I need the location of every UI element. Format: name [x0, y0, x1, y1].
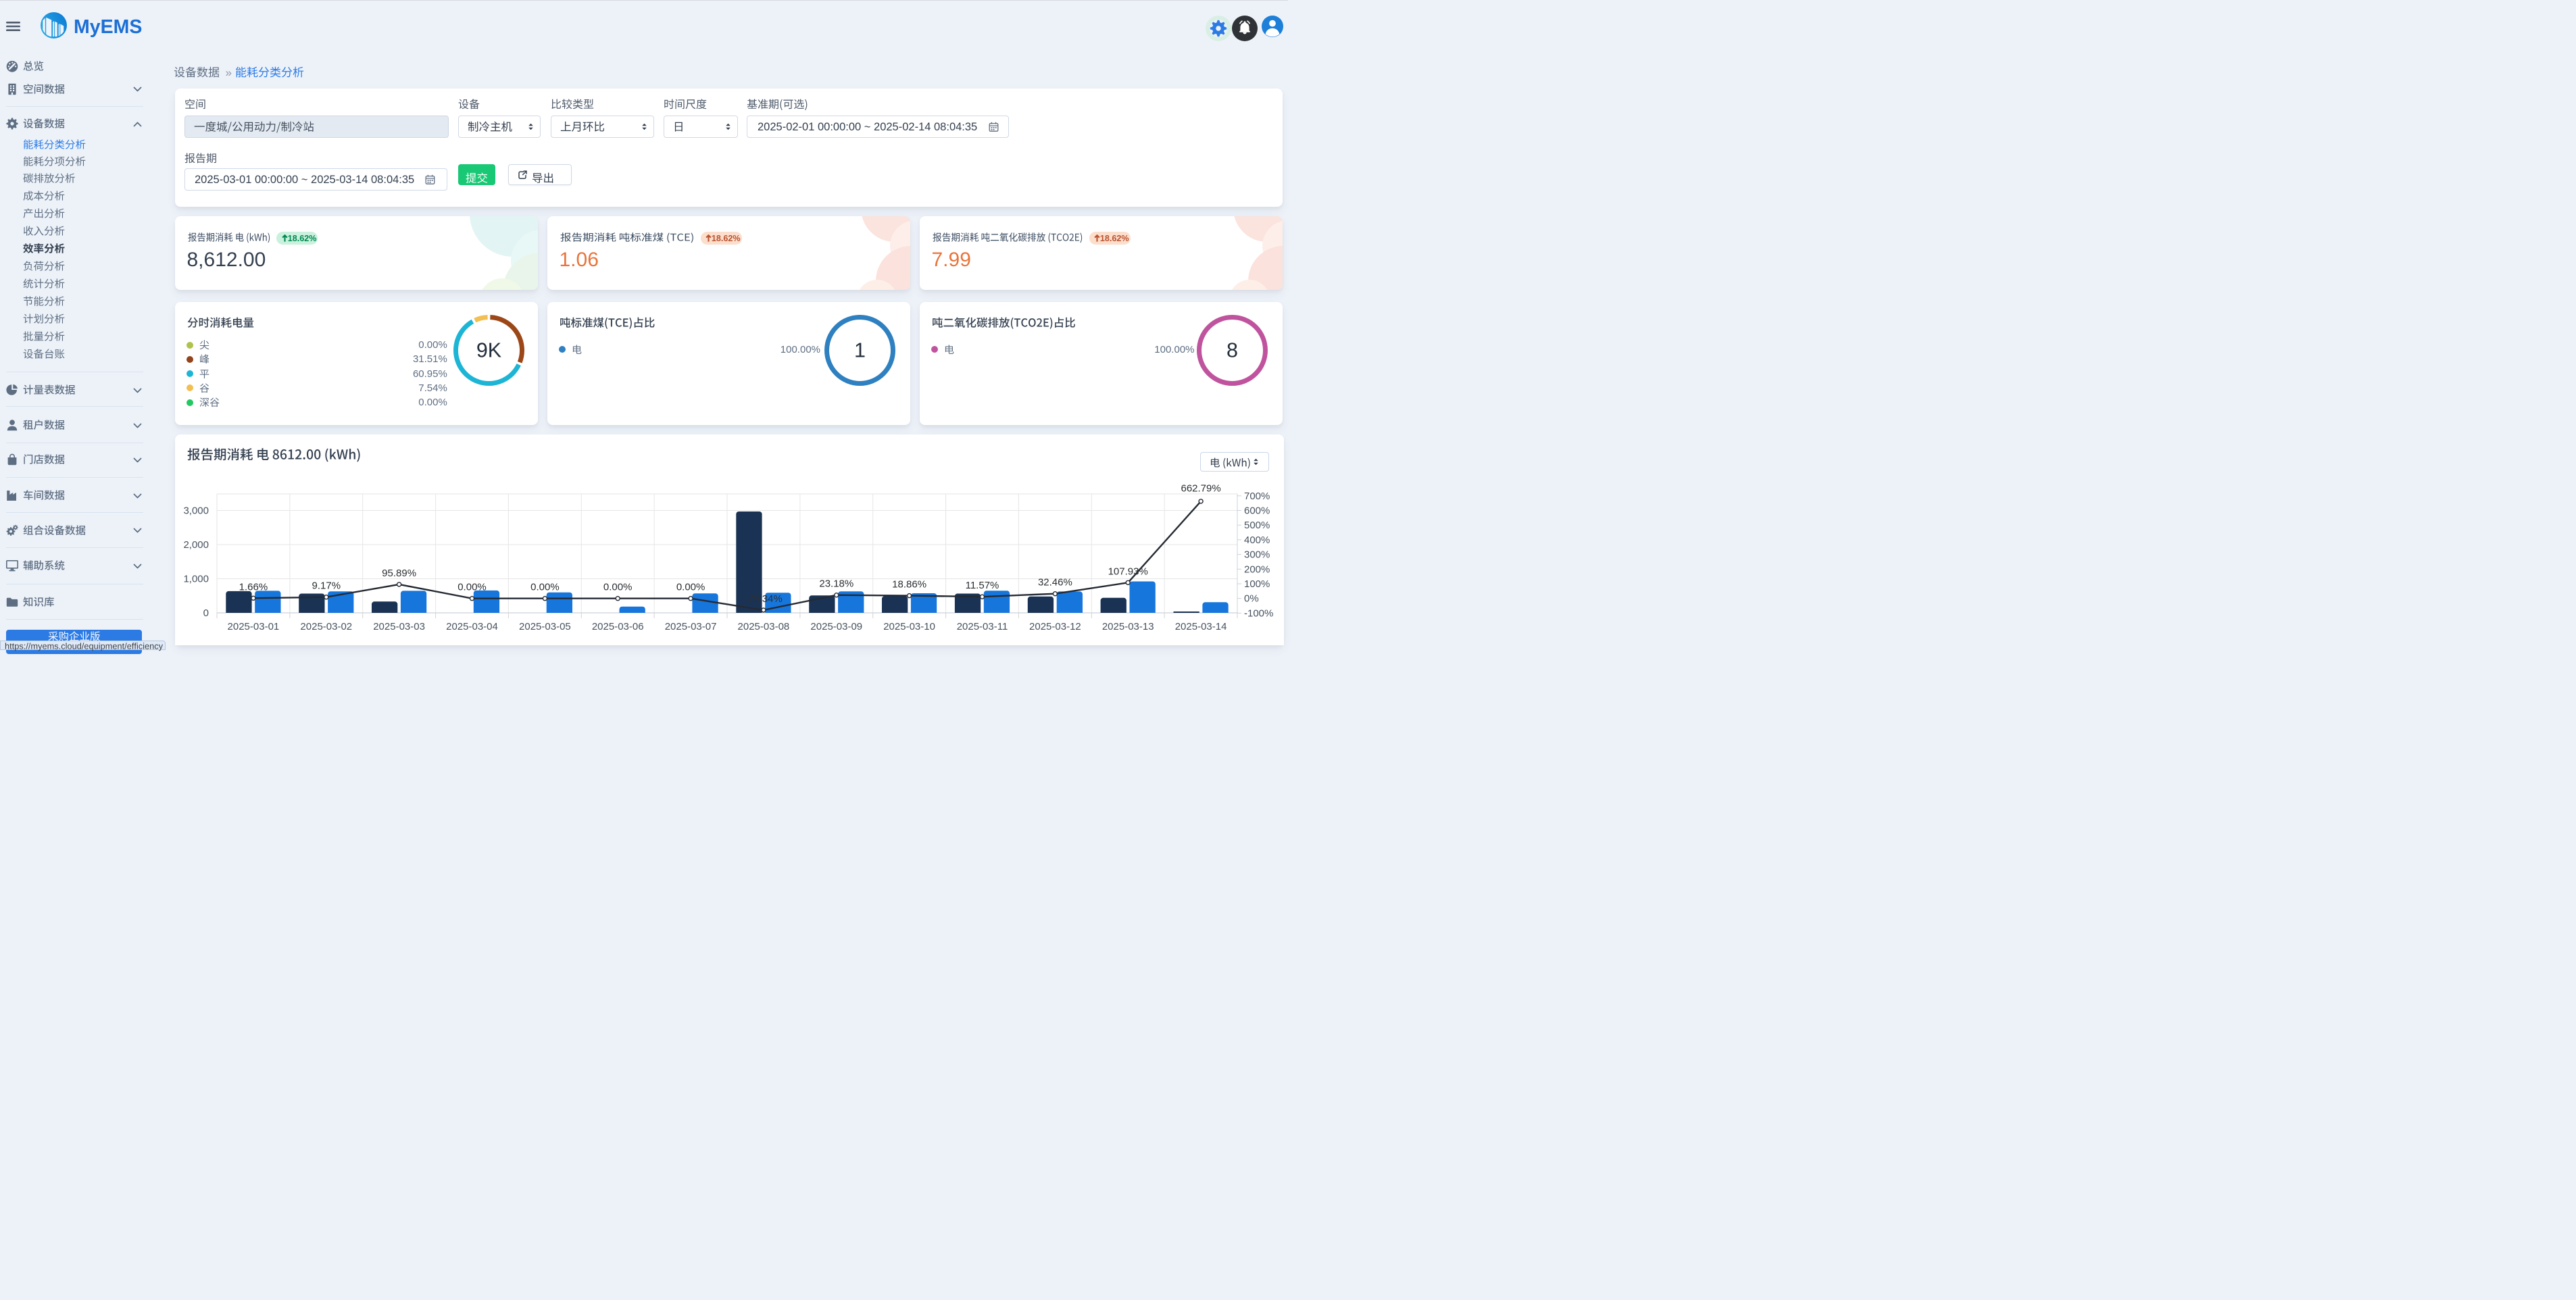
- svg-text:2025-03-02: 2025-03-02: [300, 621, 352, 632]
- svg-text:3,000: 3,000: [183, 505, 209, 517]
- svg-text:23.18%: 23.18%: [819, 578, 853, 590]
- svg-text:18.86%: 18.86%: [892, 579, 926, 591]
- svg-text:95.89%: 95.89%: [382, 568, 416, 579]
- svg-text:0%: 0%: [1244, 593, 1259, 605]
- svg-text:9.17%: 9.17%: [312, 580, 341, 592]
- svg-text:0.00%: 0.00%: [530, 582, 560, 593]
- svg-text:2025-03-14: 2025-03-14: [1174, 621, 1227, 632]
- svg-text:2025-03-07: 2025-03-07: [664, 621, 716, 632]
- svg-text:500%: 500%: [1244, 520, 1270, 531]
- svg-text:2025-03-08: 2025-03-08: [737, 621, 789, 632]
- svg-text:200%: 200%: [1244, 564, 1270, 575]
- svg-text:11.57%: 11.57%: [965, 580, 999, 591]
- svg-text:0.00%: 0.00%: [457, 582, 487, 593]
- svg-text:0.00%: 0.00%: [603, 582, 632, 593]
- svg-text:100%: 100%: [1244, 578, 1270, 590]
- svg-text:0.00%: 0.00%: [676, 582, 705, 593]
- svg-text:300%: 300%: [1244, 549, 1270, 561]
- svg-text:662.79%: 662.79%: [1181, 484, 1220, 495]
- svg-text:2025-03-13: 2025-03-13: [1101, 621, 1154, 632]
- svg-text:32.46%: 32.46%: [1037, 577, 1072, 589]
- svg-text:0: 0: [203, 607, 208, 619]
- svg-text:2025-03-05: 2025-03-05: [519, 621, 571, 632]
- svg-text:2025-03-11: 2025-03-11: [956, 621, 1008, 632]
- svg-text:2025-03-03: 2025-03-03: [373, 621, 425, 632]
- svg-text:2025-03-01: 2025-03-01: [227, 621, 279, 632]
- svg-text:2025-03-04: 2025-03-04: [446, 621, 498, 632]
- svg-text:1,000: 1,000: [183, 574, 209, 585]
- svg-text:600%: 600%: [1244, 505, 1270, 517]
- svg-text:700%: 700%: [1244, 491, 1270, 502]
- svg-text:-100%: -100%: [1244, 607, 1273, 619]
- svg-text:2025-03-10: 2025-03-10: [883, 621, 935, 632]
- svg-text:107.93%: 107.93%: [1108, 566, 1147, 577]
- svg-text:400%: 400%: [1244, 534, 1270, 546]
- svg-text:-79.34%: -79.34%: [744, 593, 782, 605]
- svg-text:1.66%: 1.66%: [239, 581, 268, 593]
- svg-text:2025-03-09: 2025-03-09: [810, 621, 862, 632]
- svg-text:2,000: 2,000: [183, 539, 209, 551]
- svg-text:2025-03-12: 2025-03-12: [1029, 621, 1081, 632]
- svg-text:2025-03-06: 2025-03-06: [591, 621, 643, 632]
